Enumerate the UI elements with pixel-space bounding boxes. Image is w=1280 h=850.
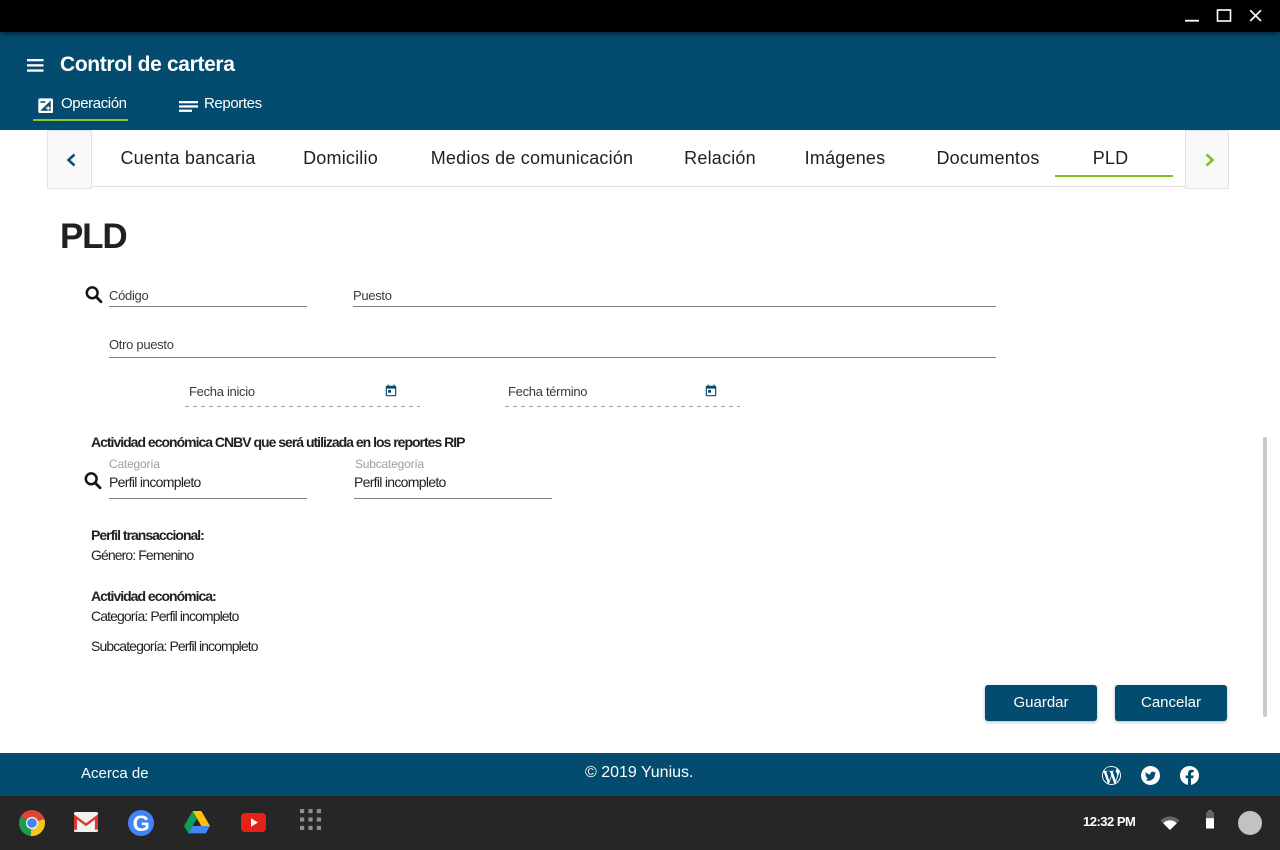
svg-text:G: G xyxy=(133,811,150,836)
